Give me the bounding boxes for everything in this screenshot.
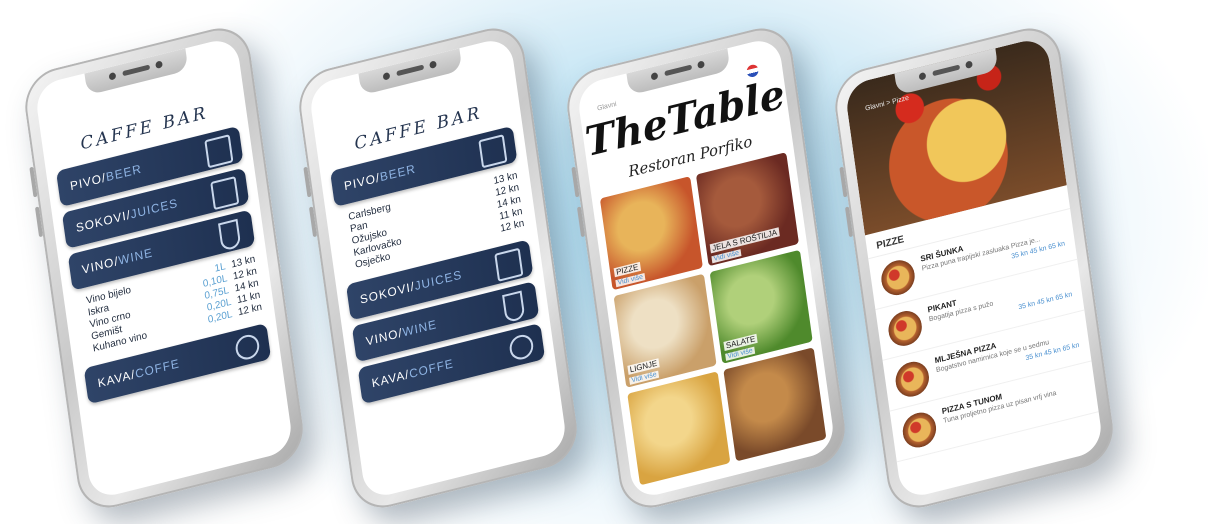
phone-the-table-menu: Glavni TheTable Restoran Porfiko PIZZE Vi… [562, 20, 850, 516]
tile-grill[interactable]: JELA S ROŠTILJA Vidi više [695, 152, 800, 267]
wine-glass-icon [218, 218, 242, 252]
phone-caffe-bar-wine: CAFFE BAR PIVO/BEER SOKOVI/JUICES VINO/W… [20, 20, 308, 516]
phone-caffe-bar-beer: CAFFE BAR PIVO/BEER Carlsberg 13 kn Pan 12… [294, 20, 582, 516]
pizza-thumbnail [886, 307, 925, 350]
phone4-screen: Glavni > Pizze PIZZE SRI ŠUNKA Pizza puna… [843, 35, 1105, 501]
tile-pizze[interactable]: PIZZE Vidi više [599, 176, 703, 291]
phone-pizza-list: Glavni > Pizze PIZZE SRI ŠUNKA Pizza puna… [830, 20, 1118, 516]
phone1-screen: CAFFE BAR PIVO/BEER SOKOVI/JUICES VINO/W… [33, 35, 295, 501]
wine-glass-icon [502, 290, 526, 324]
juice-bottle-icon [494, 247, 524, 282]
coffee-bean-icon [508, 332, 535, 363]
tile-drinks[interactable] [723, 347, 827, 462]
coffee-bean-icon [234, 332, 261, 363]
beer-mug-icon [204, 134, 234, 169]
pizza-thumbnail [900, 408, 939, 452]
tile-lignje[interactable]: LIGNJE Vidi više [613, 273, 717, 388]
tile-salate[interactable]: SALATE Vidi više [709, 249, 813, 364]
pizza-thumbnail [879, 256, 917, 299]
phone3-screen: Glavni TheTable Restoran Porfiko PIZZE Vi… [575, 35, 837, 501]
pizza-thumbnail [893, 358, 932, 401]
beer-mug-icon [478, 134, 508, 169]
category-tiles: PIZZE Vidi više JELA S ROŠTILJA Vidi više … [591, 140, 836, 497]
juice-bottle-icon [210, 175, 240, 211]
tile-pasta[interactable] [627, 371, 731, 486]
phone2-screen: CAFFE BAR PIVO/BEER Carlsberg 13 kn Pan 12… [307, 35, 569, 501]
